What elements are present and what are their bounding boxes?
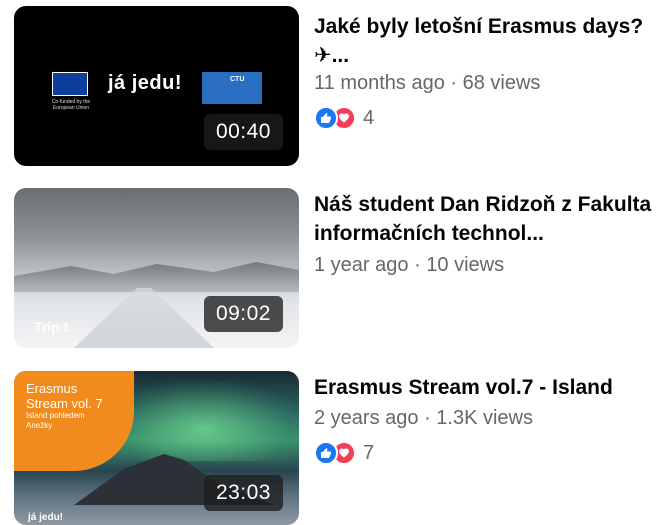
like-icon [314, 106, 338, 130]
video-meta: 2 years ago · 1.3K views [314, 407, 533, 429]
promo-headline: Erasmus Stream vol. 7 [26, 381, 103, 411]
reaction-count: 7 [363, 441, 375, 464]
duration-badge: 00:40 [203, 114, 283, 150]
duration-badge: 23:03 [203, 475, 283, 511]
video-title[interactable]: Náš student Dan Ridzoň z Fakulta informa… [314, 190, 660, 248]
reaction-count: 4 [363, 106, 375, 129]
reaction-summary[interactable]: 7 [314, 441, 374, 465]
reaction-summary[interactable]: 4 [314, 106, 374, 130]
video-thumbnail[interactable]: Erasmus Stream vol. 7 Island pohledem An… [14, 371, 299, 525]
ja-jedu-logo: já jedu! [28, 512, 64, 523]
video-item-2[interactable]: Trip t 09:02 Náš student Dan Ridzoň z Fa… [0, 188, 664, 358]
video-thumbnail[interactable]: Co-funded by the European Union já jedu!… [14, 6, 299, 166]
mountain-scene [14, 262, 299, 292]
video-meta: 1 year ago · 10 views [314, 254, 505, 276]
thumbnail-overlay-text: Trip t [34, 319, 69, 335]
video-item-1[interactable]: Co-funded by the European Union já jedu!… [0, 6, 664, 176]
eu-flag-icon [52, 72, 88, 96]
promo-subline: Island pohledem Anežky [26, 411, 85, 430]
video-meta: 11 months ago · 68 views [314, 72, 541, 94]
video-title[interactable]: Erasmus Stream vol.7 - Island [314, 373, 660, 402]
like-icon [314, 441, 338, 465]
ctu-label: CTU [230, 76, 245, 83]
eu-caption: Co-funded by the European Union [51, 99, 91, 111]
ja-jedu-logo: já jedu! [108, 72, 183, 94]
snowy-road [74, 288, 214, 348]
duration-badge: 09:02 [203, 296, 283, 332]
video-item-3[interactable]: Erasmus Stream vol. 7 Island pohledem An… [0, 371, 664, 525]
video-thumbnail[interactable]: Trip t 09:02 [14, 188, 299, 348]
video-title[interactable]: Jaké byly letošní Erasmus days? ✈... [314, 12, 660, 70]
